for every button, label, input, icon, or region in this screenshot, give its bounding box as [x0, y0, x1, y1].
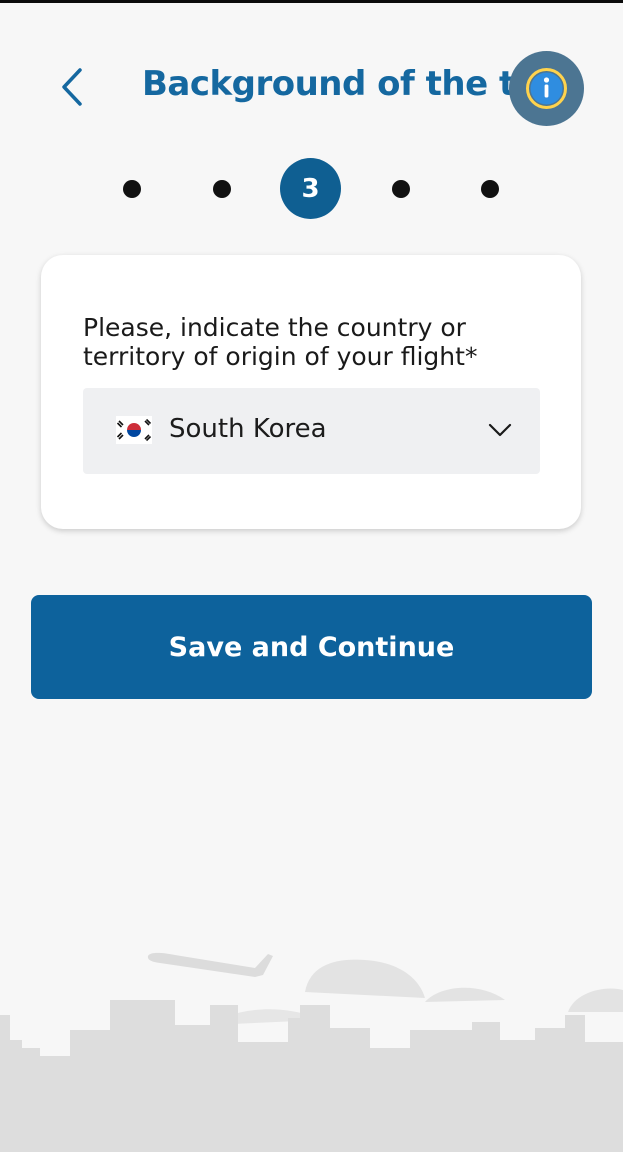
country-card: Please, indicate the country or territor… [41, 255, 581, 529]
city-skyline-illustration [0, 952, 623, 1152]
step-dot [123, 180, 141, 198]
country-select[interactable]: South Korea [83, 388, 540, 474]
country-select-value: South Korea [169, 414, 327, 444]
airplane-icon [147, 952, 273, 977]
south-korea-flag-icon [116, 416, 152, 444]
top-border [0, 0, 623, 3]
page-title: Background of the trip [142, 64, 567, 104]
header: Background of the trip [0, 40, 623, 140]
back-button[interactable] [52, 62, 96, 112]
progress-stepper: 3 [0, 158, 623, 220]
chevron-left-icon [62, 68, 82, 106]
info-icon [526, 68, 567, 109]
chevron-down-icon [488, 423, 512, 437]
step-dot [213, 180, 231, 198]
info-button[interactable] [509, 51, 584, 126]
current-step-indicator: 3 [280, 158, 341, 219]
save-and-continue-button[interactable]: Save and Continue [31, 595, 592, 699]
step-dot [481, 180, 499, 198]
step-dot [392, 180, 410, 198]
country-question-label: Please, indicate the country or territor… [83, 313, 478, 371]
